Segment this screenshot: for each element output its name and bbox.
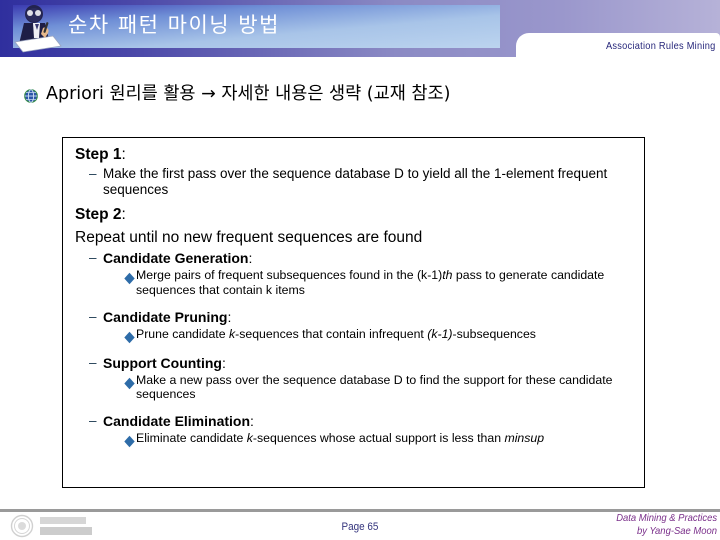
step1-item-text: Make the first pass over the sequence da… — [103, 166, 608, 198]
step2-label: Step 2 — [75, 205, 122, 223]
section-candidate-generation: – Candidate Generation: — [75, 250, 634, 267]
footer-credit: Data Mining & Practices by Yang-Sae Moon — [616, 512, 717, 539]
bullet-item: Prune candidate k-sequences that contain… — [75, 327, 634, 344]
step1-colon: : — [121, 146, 126, 163]
dash-bullet-icon: – — [89, 354, 97, 370]
dash-bullet-icon: – — [89, 413, 97, 429]
step2-colon: : — [121, 205, 126, 223]
step2-heading: Step 2: — [75, 206, 634, 224]
dash-bullet-icon: – — [89, 166, 97, 181]
bullet-item: Merge pairs of frequent subsequences fou… — [75, 268, 634, 298]
bullet-item: Eliminate candidate k-sequences whose ac… — [75, 431, 634, 448]
section-heading: Candidate Generation: — [103, 249, 253, 266]
step1-label: Step 1 — [75, 146, 122, 163]
diamond-bullet-icon — [124, 436, 135, 448]
footer-credit-line1: Data Mining & Practices — [616, 512, 717, 524]
bullet-item: Make a new pass over the sequence databa… — [75, 373, 634, 403]
page-number: Page 65 — [341, 521, 379, 533]
diamond-bullet-icon — [124, 377, 135, 389]
diamond-bullet-icon — [124, 331, 135, 343]
section-heading: Candidate Pruning: — [103, 308, 232, 325]
dash-bullet-icon: – — [89, 249, 97, 265]
footer-credit-line2: by Yang-Sae Moon — [636, 525, 717, 538]
bullet-text: Eliminate candidate k-sequences whose ac… — [136, 431, 545, 446]
page-title: 순차 패턴 마이닝 방법 — [68, 13, 280, 37]
section-heading: Support Counting: — [103, 354, 226, 371]
repeat-condition-text: Repeat until no new frequent sequences a… — [75, 228, 423, 246]
step1-item: – Make the first pass over the sequence … — [75, 166, 634, 199]
section-candidate-pruning: – Candidate Pruning: — [75, 309, 634, 326]
section-heading: Candidate Elimination: — [103, 413, 254, 430]
algorithm-steps-box: Step 1: – Make the first pass over the s… — [62, 137, 645, 488]
person-writing-icon — [14, 5, 62, 53]
bullet-text: Make a new pass over the sequence databa… — [136, 372, 613, 402]
diamond-bullet-icon — [124, 272, 135, 285]
bullet-text: Prune candidate k-sequences that contain… — [136, 326, 536, 341]
section-tab-label: Association Rules Mining — [606, 40, 716, 52]
step1-heading: Step 1: — [75, 146, 634, 164]
footer-divider — [0, 509, 720, 512]
main-bullet-row: Apriori 원리를 활용 → 자세한 내용은 생략 (교재 참조) — [24, 84, 450, 105]
bullet-text: Merge pairs of frequent subsequences fou… — [136, 268, 605, 297]
section-candidate-elimination: – Candidate Elimination: — [75, 413, 634, 430]
globe-icon — [24, 89, 38, 103]
section-support-counting: – Support Counting: — [75, 355, 634, 372]
main-bullet-text: Apriori 원리를 활용 → 자세한 내용은 생략 (교재 참조) — [46, 84, 451, 104]
dash-bullet-icon: – — [89, 308, 97, 324]
